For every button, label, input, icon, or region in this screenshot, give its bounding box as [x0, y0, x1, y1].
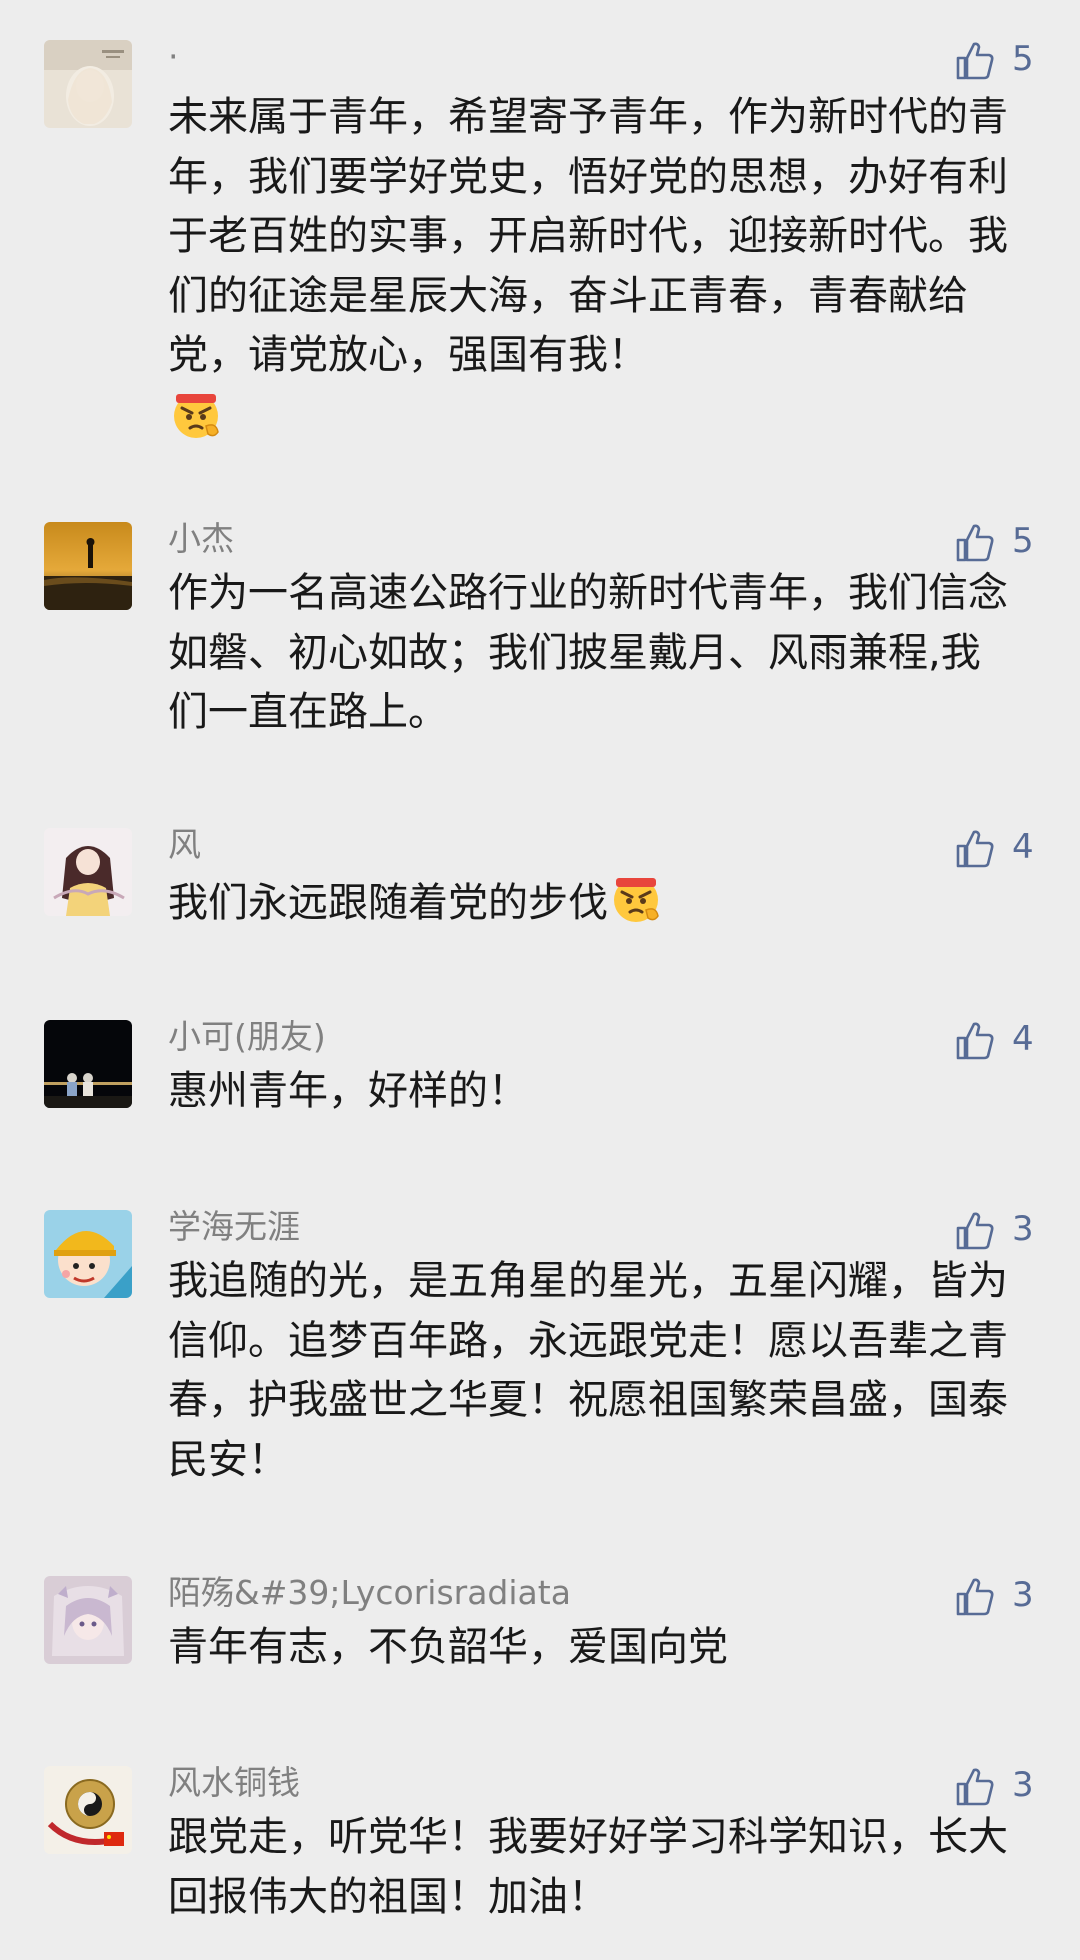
comment-author[interactable]: 小可(朋友): [168, 1014, 326, 1060]
avatar[interactable]: [44, 828, 132, 916]
like-count: 4: [1012, 1019, 1034, 1059]
determined-face-emoji: [168, 386, 224, 442]
like-count: 3: [1012, 1765, 1034, 1805]
like-count: 3: [1012, 1575, 1034, 1615]
comment-author[interactable]: 风: [168, 822, 201, 868]
avatar[interactable]: [44, 522, 132, 610]
like-count: 3: [1012, 1209, 1034, 1249]
thumbs-up-icon[interactable]: [954, 828, 996, 870]
comment-author[interactable]: 学海无涯: [168, 1204, 300, 1250]
comment-text: 作为一名高速公路行业的新时代青年，我们信念如磐、初心如故；我们披星戴月、风雨兼程…: [168, 570, 1008, 735]
comment-author[interactable]: 小杰: [168, 516, 234, 562]
determined-face-emoji: [608, 870, 664, 926]
comment-text: 未来属于青年，希望寄予青年，作为新时代的青年，我们要学好党史，悟好党的思想，办好…: [168, 88, 1008, 449]
thumbs-up-icon[interactable]: [954, 1210, 996, 1252]
like-count: 4: [1012, 827, 1034, 867]
comment-author[interactable]: 陌殇&#39;Lycorisradiata: [168, 1570, 571, 1616]
comment-text: 惠州青年，好样的！: [168, 1068, 528, 1114]
thumbs-up-icon[interactable]: [954, 1020, 996, 1062]
avatar[interactable]: [44, 1210, 132, 1298]
thumbs-up-icon[interactable]: [954, 1576, 996, 1618]
thumbs-up-icon[interactable]: [954, 522, 996, 564]
thumbs-up-icon[interactable]: [954, 1766, 996, 1808]
comment-text: 青年有志，不负韶华，爱国向党: [168, 1624, 728, 1670]
avatar[interactable]: [44, 1766, 132, 1854]
avatar[interactable]: [44, 1576, 132, 1664]
comment-text: 我追随的光，是五角星的星光，五星闪耀，皆为信仰。追梦百年路，永远跟党走！愿以吾辈…: [168, 1258, 1008, 1483]
comment-text: 跟党走，听党华！我要好好学习科学知识，长大回报伟大的祖国！加油！: [168, 1814, 1008, 1920]
comment-author[interactable]: 风水铜钱: [168, 1760, 300, 1806]
comment-text: 我们永远跟随着党的步伐: [168, 870, 1008, 934]
like-count: 5: [1012, 521, 1034, 561]
avatar[interactable]: [44, 1020, 132, 1108]
avatar[interactable]: [44, 40, 132, 128]
thumbs-up-icon[interactable]: [954, 40, 996, 82]
like-count: 5: [1012, 39, 1034, 79]
comment-author[interactable]: ·: [168, 34, 179, 80]
